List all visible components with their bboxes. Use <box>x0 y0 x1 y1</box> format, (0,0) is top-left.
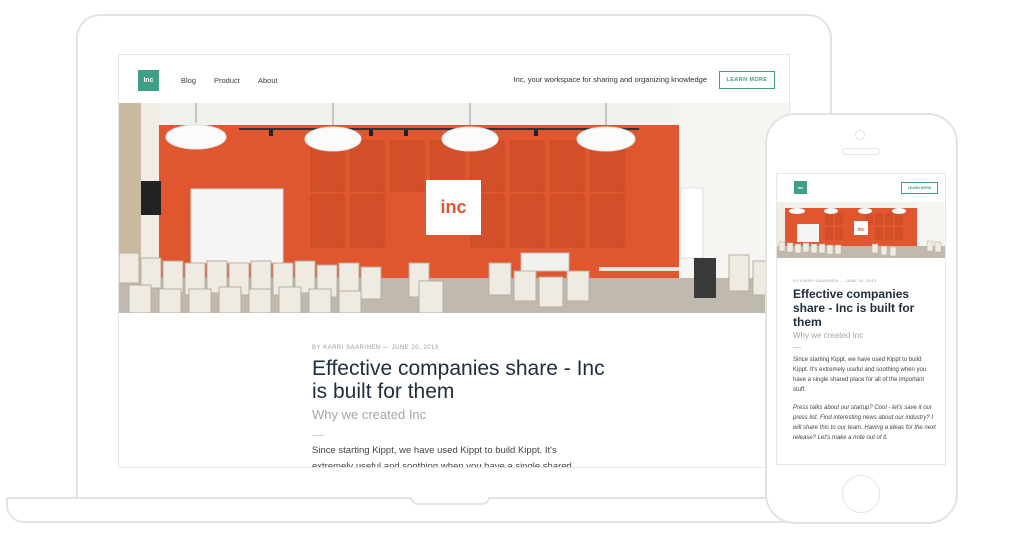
nav-link-product[interactable]: Product <box>214 76 240 85</box>
learn-more-button[interactable]: LEARN MORE <box>719 71 775 89</box>
phone-inc-logo[interactable]: Inc <box>794 181 807 194</box>
phone-screen: Inc LEARN MORE inc BY KARRI SAARINEN — J… <box>776 173 946 465</box>
hero-image: inc <box>119 103 789 314</box>
divider <box>312 435 324 436</box>
nav-link-about[interactable]: About <box>258 76 278 85</box>
phone-event-room-photo: inc <box>777 202 945 258</box>
phone-article: BY KARRI SAARINEN — JUNE 20, 2013 Effect… <box>793 278 938 443</box>
navbar: Inc Blog Product About Inc, your workspa… <box>119 55 789 103</box>
article-subtitle: Why we created Inc <box>312 407 427 422</box>
article: BY KARRI SAARINEN — JUNE 20, 2013 Effect… <box>312 345 612 468</box>
nav-link-blog[interactable]: Blog <box>181 76 196 85</box>
phone-learn-more-button[interactable]: LEARN MORE <box>901 182 938 194</box>
article-title: Effective companies share - Inc is built… <box>312 357 605 403</box>
phone-hero-logo-text: inc <box>857 227 864 233</box>
laptop-screen: Inc Blog Product About Inc, your workspa… <box>118 54 790 468</box>
article-body: Since starting Kippt, we have used Kippt… <box>312 445 572 468</box>
article-byline: BY KARRI SAARINEN — JUNE 20, 2013 <box>312 345 439 351</box>
phone-home-button[interactable] <box>842 475 880 513</box>
phone-article-body: Since starting Kippt, we have used Kippt… <box>793 357 927 393</box>
phone-article-title: Effective companies share - Inc is built… <box>793 287 915 329</box>
phone-hero-image: inc <box>777 202 945 258</box>
phone-camera <box>855 130 865 140</box>
phone-article-body-italic: Press talks about our startup? Cool - le… <box>793 405 936 441</box>
phone-article-subtitle: Why we created Inc <box>793 331 864 340</box>
phone-divider <box>793 347 801 348</box>
laptop-notch <box>410 497 490 505</box>
hero-logo-text: inc <box>440 197 467 217</box>
tagline: Inc, your workspace for sharing and orga… <box>513 75 707 84</box>
inc-logo[interactable]: Inc <box>138 70 159 91</box>
phone-speaker <box>842 148 880 155</box>
phone-article-byline: BY KARRI SAARINEN — JUNE 20, 2013 <box>793 278 877 283</box>
